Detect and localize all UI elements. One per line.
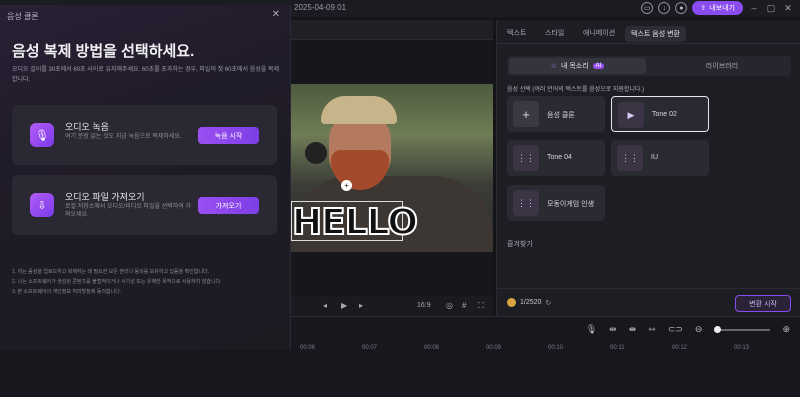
split-icon[interactable]: ⇹: [609, 324, 617, 335]
topbar-icons: ▭ ↓ ● ⇪ 내보내기 – ▢ ✕: [641, 1, 794, 15]
card-title: 오디오 파일 가져오기: [65, 192, 145, 202]
credit-counter: 1/2520 ↻: [507, 298, 551, 307]
dialog-title: 음성 클론: [7, 12, 39, 21]
favorites-label[interactable]: 즐겨찾기: [507, 239, 533, 249]
voice-clone-card[interactable]: + 음성 클론: [507, 96, 605, 132]
ruler-tick: 00:08: [424, 345, 440, 351]
library-tab[interactable]: 라이브러리: [657, 58, 787, 74]
voice-label: 음성 클론: [547, 112, 575, 119]
export-button[interactable]: ⇪ 내보내기: [692, 1, 743, 15]
card-subtitle: 여기 문장 읽는 것도 지금 녹음으로 복제하세요.: [65, 134, 182, 140]
voice-card-tone04[interactable]: ⋮⋮ Tone 04: [507, 140, 605, 176]
start-recording-button[interactable]: 녹음 시작: [198, 127, 259, 144]
file-import-icon: ⇩: [30, 193, 54, 217]
prev-frame-icon[interactable]: ◂: [323, 301, 327, 310]
text-overlay-box[interactable]: HELLO: [291, 201, 419, 244]
voice-label: Tone 02: [652, 111, 677, 118]
import-audio-card: ⇩ 오디오 파일 가져오기 로컬 저장소에서 오디오/비디오 파일을 선택하여 …: [12, 175, 277, 235]
mic-icon[interactable]: 🎙︎: [586, 324, 597, 335]
tab-animation[interactable]: 애니메이션: [583, 28, 615, 38]
note-item: 1. 저는 음성을 업로드하고 복제하는 데 필요한 모든 권리나 동의를 보유…: [12, 269, 210, 275]
tab-text[interactable]: 텍스트: [507, 28, 526, 38]
ruler-tick: 00:11: [610, 345, 625, 351]
zoom-out-icon[interactable]: ⊖: [695, 324, 703, 335]
link-icon[interactable]: ⊂⊃: [668, 324, 683, 335]
import-button[interactable]: 가져오기: [198, 197, 259, 214]
plus-icon: +: [513, 101, 539, 127]
player-controls: ◂ ▶ ▸ 16:9 ◎ # ⛶: [291, 296, 493, 316]
coin-icon: [507, 298, 516, 307]
project-date: 2025-04-09 01: [294, 3, 347, 12]
trim-icon[interactable]: ⇼: [629, 324, 637, 335]
refresh-icon[interactable]: ↻: [545, 299, 551, 307]
fullscreen-icon[interactable]: ⛶: [478, 301, 484, 311]
voice-hint: 음성 선택 (여러 언어의 텍스트를 음성으로 지원합니다.): [507, 87, 645, 93]
tab-style[interactable]: 스타일: [545, 28, 564, 38]
voice-card-tone02[interactable]: ▶ Tone 02: [611, 96, 709, 132]
snapshot-icon[interactable]: ◎: [446, 301, 453, 310]
card-title: 오디오 녹음: [65, 122, 109, 132]
text-overlay: HELLO: [291, 201, 419, 244]
note-item: 2. 나는 소프트웨어가 생성된 콘텐츠를 불법적이거나 사기성 또는 유해한 …: [12, 279, 222, 285]
ruler-tick: 00:09: [486, 345, 502, 351]
close-window-icon[interactable]: ✕: [782, 3, 794, 14]
next-frame-icon[interactable]: ▸: [359, 301, 363, 310]
panel-footer: 1/2520 ↻ 변환 시작: [497, 288, 800, 316]
voice-label: Tone 04: [547, 154, 572, 161]
voice-source-toggle: ☆ 내 목소리 AI 라이브러리: [507, 56, 791, 76]
chat-icon[interactable]: ▭: [641, 2, 654, 14]
crop-icon[interactable]: ⇿: [648, 324, 656, 335]
voice-wave-icon: ⋮⋮: [513, 145, 539, 171]
ai-badge: AI: [592, 63, 605, 69]
preview-toolbar: [291, 20, 493, 40]
zoom-slider[interactable]: [714, 325, 771, 333]
ruler-tick: 00:06: [300, 345, 316, 351]
note-item: 3. 본 소프트웨어의 개인정보 처리방침에 동의합니다.: [12, 289, 122, 295]
ruler-tick: 00:10: [548, 345, 564, 351]
convert-button[interactable]: 변환 시작: [735, 295, 791, 312]
voice-card-custom[interactable]: ⋮⋮ 모동이게임 인생: [507, 185, 605, 221]
star-icon: ☆: [550, 63, 557, 70]
avatar[interactable]: ●: [675, 2, 688, 14]
minimize-icon[interactable]: –: [748, 3, 760, 13]
timeline-tools: 🎙︎ ⇹ ⇼ ⇿ ⊂⊃ ⊖ ⊕: [586, 324, 790, 335]
dialog-description: 오디오 길이를 30초에서 60초 사이로 유지해주세요. 60초를 초과하는 …: [12, 67, 279, 83]
maximize-icon[interactable]: ▢: [765, 3, 777, 14]
download-icon[interactable]: ↓: [658, 2, 671, 14]
right-panel: 텍스트 스타일 애니메이션 텍스트 음성 변환 ☆ 내 목소리 AI 라이브러리…: [496, 20, 800, 316]
microphone-prop: [305, 142, 327, 164]
zoom-in-icon[interactable]: ⊕: [782, 324, 790, 335]
dialog-heading: 음성 복제 방법을 선택하세요.: [12, 43, 195, 60]
record-audio-card: 🎙︎ 오디오 녹음 여기 문장 읽는 것도 지금 녹음으로 복제하세요. 녹음 …: [12, 105, 277, 165]
microphone-icon: 🎙︎: [30, 123, 54, 147]
export-label: 내보내기: [709, 5, 735, 12]
voice-clone-dialog: 음성 클론 ✕ 음성 복제 방법을 선택하세요. 오디오 길이를 30초에서 6…: [0, 5, 291, 350]
grid-icon[interactable]: #: [462, 301, 466, 310]
credit-value: 1/2520: [520, 299, 542, 306]
voice-wave-icon: ▶: [618, 102, 644, 128]
close-icon[interactable]: ✕: [272, 9, 280, 20]
video-preview[interactable]: + HELLO: [291, 84, 493, 252]
play-icon[interactable]: ▶: [341, 301, 347, 310]
ruler-tick: 00:12: [672, 345, 688, 351]
ruler-tick: 00:13: [734, 345, 750, 351]
voice-label: 모동이게임 인생: [547, 201, 595, 208]
voice-card-iu[interactable]: ⋮⋮ IU: [611, 140, 709, 176]
ruler-tick: 00:07: [362, 345, 378, 351]
voice-wave-icon: ⋮⋮: [513, 190, 539, 216]
dialog-notes: 1. 저는 음성을 업로드하고 복제하는 데 필요한 모든 권리나 동의를 보유…: [12, 267, 282, 297]
person-hat: [321, 96, 397, 124]
voice-label: IU: [651, 154, 658, 161]
card-subtitle: 로컬 저장소에서 오디오/비디오 파일을 선택하여 가져오세요.: [65, 204, 191, 218]
my-voice-tab[interactable]: ☆ 내 목소리 AI: [509, 58, 646, 74]
tab-tts[interactable]: 텍스트 음성 변환: [625, 26, 686, 42]
move-handle-icon[interactable]: +: [341, 180, 352, 191]
panel-tabs: 텍스트 스타일 애니메이션 텍스트 음성 변환: [497, 20, 800, 44]
my-voice-label: 내 목소리: [560, 63, 589, 70]
voice-wave-icon: ⋮⋮: [617, 145, 643, 171]
aspect-ratio-select[interactable]: 16:9: [417, 302, 431, 309]
